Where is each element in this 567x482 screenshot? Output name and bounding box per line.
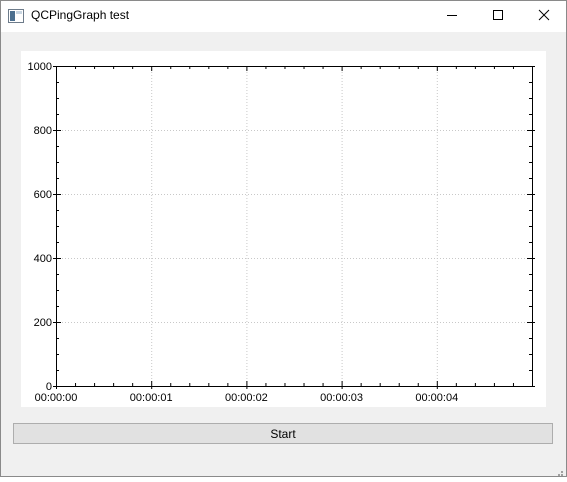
maximize-icon bbox=[492, 8, 504, 26]
close-button[interactable] bbox=[521, 1, 567, 32]
ping-graph-panel[interactable]: 0 200 400 600 800 1000 00:00:00 00:00:01 00:00:0… bbox=[21, 51, 546, 407]
close-icon bbox=[538, 8, 550, 26]
y-tick-label: 1000 bbox=[28, 61, 52, 73]
x-tick-label: 00:00:03 bbox=[320, 392, 363, 404]
x-tick-label: 00:00:00 bbox=[35, 392, 78, 404]
x-tick-label: 00:00:01 bbox=[130, 392, 173, 404]
ping-graph-chart: 0200400600800100000:00:00 00:00:01 00:00:0… bbox=[28, 61, 535, 404]
minimize-button[interactable] bbox=[429, 1, 475, 32]
maximize-button[interactable] bbox=[475, 1, 521, 32]
start-button[interactable]: Start bbox=[13, 423, 553, 444]
x-tick-label: 00:00:02 bbox=[225, 392, 268, 404]
y-tick-label: 200 bbox=[34, 317, 52, 329]
size-grip-icon[interactable] bbox=[554, 464, 564, 476]
window-title: QCPingGraph test bbox=[31, 8, 130, 22]
minimize-icon bbox=[446, 8, 458, 26]
y-tick-label: 800 bbox=[34, 125, 52, 137]
main-window: QCPingGraph test 0 200 400 600 800 1000 00:00:… bbox=[0, 0, 567, 477]
title-bar[interactable]: QCPingGraph test bbox=[1, 1, 566, 32]
app-icon bbox=[8, 9, 24, 23]
y-tick-label: 600 bbox=[34, 189, 52, 201]
y-tick-label: 400 bbox=[34, 253, 52, 265]
x-tick-label: 00:00:04 bbox=[415, 392, 458, 404]
